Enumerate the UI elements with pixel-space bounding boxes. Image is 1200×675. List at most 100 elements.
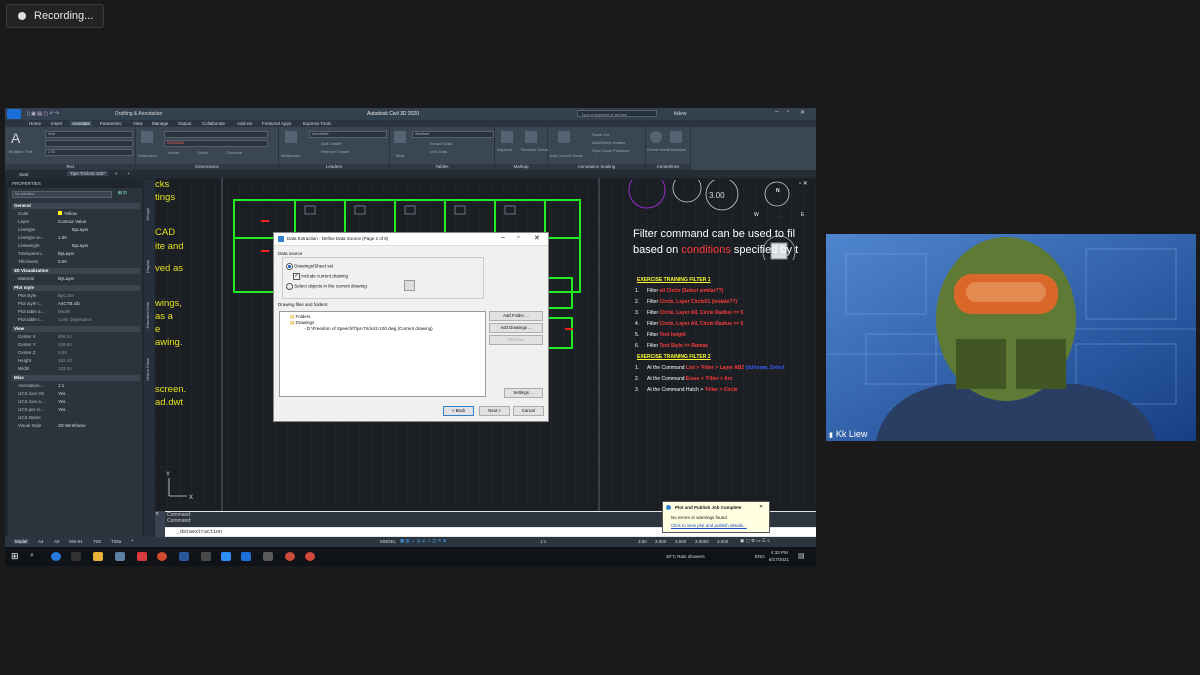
toast-close-icon[interactable]: ✕	[759, 504, 763, 510]
plot-publish-notification[interactable]: Plot and Publish Job Complete ✕ No error…	[662, 501, 770, 533]
table-button[interactable]: Table	[395, 153, 405, 158]
app-icon[interactable]	[201, 552, 211, 561]
tab-parametric[interactable]: Parametric	[100, 121, 122, 126]
drawing-files-tree[interactable]: ▤ Folders ▤ Drawings ▫ D:\Freedom of Spe…	[279, 311, 486, 397]
section-general[interactable]: General	[12, 203, 140, 209]
maximize-icon[interactable]: ▫	[787, 109, 789, 115]
prop-row[interactable]: Center Y 108.84	[12, 341, 140, 349]
tab-manage[interactable]: Manage	[152, 121, 168, 126]
tab-view[interactable]: View	[133, 121, 143, 126]
file-tab-close-icon[interactable]: ×	[115, 171, 118, 176]
remove-leader-button[interactable]: Remove Leader	[321, 149, 349, 154]
viewcube-east[interactable]: E	[801, 212, 804, 218]
cancel-button[interactable]: Cancel	[513, 406, 544, 416]
option-drawings-sheetset[interactable]: Drawings/Sheet set	[286, 263, 333, 270]
search-icon[interactable]: ⌕	[30, 552, 34, 560]
section-misc[interactable]: Misc	[12, 375, 140, 381]
clock-time[interactable]: 4:33 PM	[771, 550, 788, 555]
include-current-drawing-checkbox[interactable]: ✓ Include current drawing	[293, 273, 348, 280]
file-tab-current[interactable]: Tips-Trick42-100*	[67, 171, 109, 176]
tab-collaborate[interactable]: Collaborate	[202, 121, 225, 126]
layout-tab-t29[interactable]: T29	[93, 539, 101, 544]
text-height-select[interactable]: 2.00	[45, 149, 133, 156]
annotation-scale[interactable]: 1:1	[540, 539, 546, 544]
quick-access-icons[interactable]: ▯ ▣ ▤ ▢ ↶ ↷	[27, 111, 59, 117]
viewcube-west[interactable]: W	[754, 212, 759, 218]
center-mark-button[interactable]: Center Mark	[647, 147, 669, 152]
quick-select-icon[interactable]: ⊞ ⊡	[118, 190, 127, 196]
selection-select[interactable]: No selection	[12, 191, 112, 198]
edge-icon[interactable]	[51, 552, 61, 561]
select-objects-icon[interactable]	[404, 280, 415, 291]
section-3d-visualization[interactable]: 3D Visualization	[12, 268, 140, 274]
back-button[interactable]: < Back	[443, 406, 474, 416]
tab-insert[interactable]: Insert	[51, 121, 62, 126]
font-select[interactable]: Arial	[45, 131, 133, 138]
tab-featured-apps[interactable]: Featured Apps	[262, 121, 291, 126]
centerline-icon[interactable]	[670, 131, 682, 143]
dim-layer-select[interactable]: MGENDIM	[164, 140, 268, 147]
prop-row[interactable]: Height 182.43	[12, 357, 140, 365]
civil3d-logo-icon[interactable]	[7, 109, 21, 119]
add-current-scale-button[interactable]: Add Current Scale	[550, 153, 583, 158]
dialog-minimize-icon[interactable]: –	[501, 234, 505, 241]
side-tab-extended-data[interactable]: Extended Data	[145, 302, 150, 328]
center-mark-icon[interactable]	[650, 131, 662, 143]
table-icon[interactable]	[394, 131, 406, 143]
viewcube-top[interactable]: TOP	[774, 215, 783, 220]
close-icon[interactable]: ✕	[800, 109, 805, 116]
acrobat-icon[interactable]	[137, 552, 147, 561]
add-layout-icon[interactable]: +	[131, 538, 134, 543]
prop-row[interactable]: Center X 806.24	[12, 333, 140, 341]
app-icon[interactable]	[305, 552, 315, 561]
clock-date[interactable]: 6/17/2021	[769, 557, 789, 562]
command-window-close-icon[interactable]: ✕	[155, 511, 165, 537]
sync-scale-button[interactable]: Sync Scale Positions	[592, 148, 629, 153]
quick-button[interactable]: Quick	[198, 150, 208, 155]
task-view-icon[interactable]	[71, 552, 81, 561]
app-icon[interactable]	[285, 552, 295, 561]
toast-link[interactable]: Click to view plot and publish details..…	[671, 523, 747, 528]
add-folder-button[interactable]: Add Folder ...	[489, 311, 543, 321]
multiline-text-icon[interactable]: A	[11, 130, 20, 146]
dimension-button[interactable]: Dimension	[138, 153, 157, 158]
option-select-objects[interactable]: Select objects in the current drawing	[286, 283, 367, 290]
revision-cloud-icon[interactable]	[525, 131, 537, 143]
remove-button[interactable]: Remove	[489, 335, 543, 345]
wipeout-button[interactable]: Wipeout	[497, 147, 512, 152]
dimension-icon[interactable]	[141, 131, 153, 143]
app-icon[interactable]	[263, 552, 273, 561]
prop-row[interactable]: Plot style ByColor	[12, 292, 140, 300]
add-delete-scales-button[interactable]: Add/Delete Scales	[592, 140, 625, 145]
prop-row[interactable]: Annotation... 1:1	[12, 382, 140, 390]
multileader-icon[interactable]	[285, 131, 297, 143]
civil3d-taskbar-icon[interactable]	[241, 552, 251, 561]
layout-tab-a4[interactable]: A4	[38, 539, 44, 544]
side-tab-display[interactable]: Display	[145, 260, 150, 273]
prop-row[interactable]: Plot style t... A4CTB.ctb	[12, 300, 140, 308]
scale-list-button[interactable]: Scale List	[592, 132, 609, 137]
prop-row[interactable]: UCS icon a... Yes	[12, 398, 140, 406]
add-drawings-button[interactable]: Add Drawings ...	[489, 323, 543, 333]
revision-cloud-button[interactable]: Revision Cloud	[521, 147, 548, 152]
status-tool-icons[interactable]: ▣ ▢ ⚙ ▭ ☰ ≡	[740, 538, 770, 544]
language-indicator[interactable]: ENG	[755, 554, 765, 559]
model-space-button[interactable]: MODEL	[380, 539, 396, 544]
viewcube-north[interactable]: N	[776, 188, 780, 194]
section-view[interactable]: View	[12, 326, 140, 332]
prop-row[interactable]: Transparen... ByLayer	[12, 250, 140, 258]
prop-row[interactable]: Lineweight ByLayer	[12, 242, 140, 250]
table-style-select[interactable]: Standard	[412, 131, 494, 138]
add-leader-button[interactable]: Add Leader	[321, 141, 342, 146]
add-scale-icon[interactable]	[558, 131, 570, 143]
tab-annotate[interactable]: Annotate	[70, 121, 93, 126]
prop-row[interactable]: UCS icon On Yes	[12, 390, 140, 398]
prop-row[interactable]: Center Z 0.00	[12, 349, 140, 357]
prop-row[interactable]: Width 333.91	[12, 365, 140, 373]
section-plot-style[interactable]: Plot style	[12, 285, 140, 291]
scale-value[interactable]: 3.500	[717, 539, 728, 544]
prop-row[interactable]: UCS per vi... Yes	[12, 406, 140, 414]
workspace-switcher[interactable]: Drafting & Annotation	[115, 111, 162, 117]
weather-widget[interactable]: 30°C Rain showers	[666, 554, 705, 559]
link-data-button[interactable]: Link Data	[430, 149, 447, 154]
